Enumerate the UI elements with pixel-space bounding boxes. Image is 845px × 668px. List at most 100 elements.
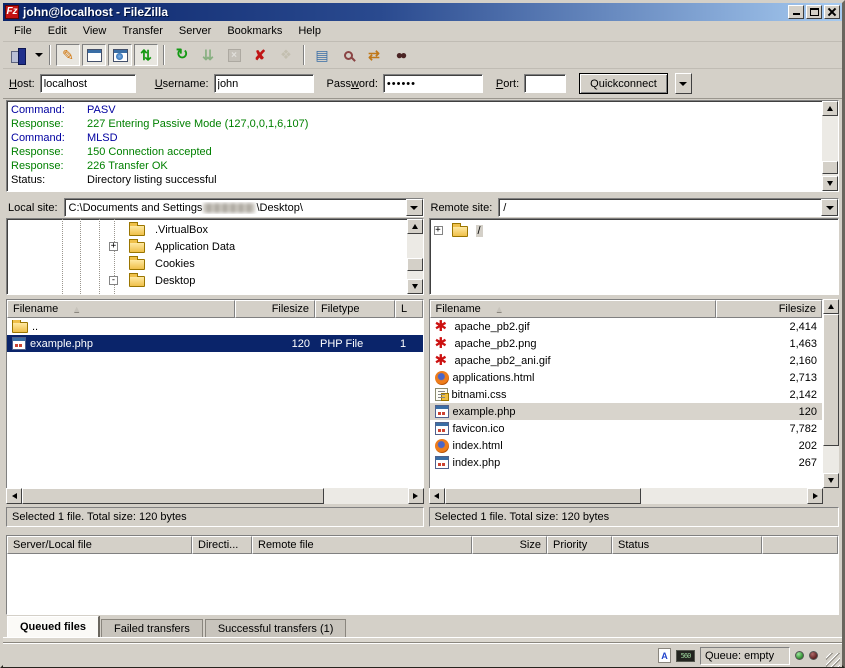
tree-item-desktop[interactable]: - Desktop bbox=[7, 272, 423, 289]
toggle-transfer-queue-button[interactable]: ⇅ bbox=[134, 44, 158, 66]
file-row[interactable]: index.php267 bbox=[430, 454, 823, 471]
cancel-operation-button[interactable]: × bbox=[222, 44, 246, 66]
column-header-status[interactable]: Status bbox=[612, 536, 762, 554]
speed-limits-icon[interactable]: 560 bbox=[676, 650, 695, 662]
scroll-left-button[interactable] bbox=[6, 488, 22, 504]
menu-transfer[interactable]: Transfer bbox=[114, 22, 171, 40]
menu-edit[interactable]: Edit bbox=[40, 22, 75, 40]
close-button[interactable] bbox=[824, 5, 840, 19]
column-header-filesize[interactable]: Filesize bbox=[716, 300, 823, 318]
file-row-example-php[interactable]: example.php 120 PHP File 1 bbox=[7, 335, 423, 352]
scroll-thumb[interactable] bbox=[822, 161, 838, 174]
menu-view[interactable]: View bbox=[75, 22, 115, 40]
column-header-filesize[interactable]: Filesize bbox=[235, 300, 315, 318]
scroll-thumb[interactable] bbox=[445, 488, 641, 504]
menu-file[interactable]: File bbox=[6, 22, 40, 40]
scroll-up-button[interactable] bbox=[822, 101, 838, 116]
remote-site-combobox[interactable]: / bbox=[498, 198, 839, 217]
directory-listing-filters-button[interactable]: ▤ bbox=[310, 44, 334, 66]
tree-item-cookies[interactable]: Cookies bbox=[7, 255, 423, 272]
refresh-button[interactable]: ↻ bbox=[170, 44, 194, 66]
scroll-down-button[interactable] bbox=[822, 176, 838, 191]
toggle-message-log-button[interactable]: ✎ bbox=[56, 44, 80, 66]
local-tree-vertical-scrollbar[interactable] bbox=[407, 219, 423, 294]
scroll-up-button[interactable] bbox=[823, 299, 839, 314]
file-row[interactable]: apache_pb2.gif2,414 bbox=[430, 318, 823, 335]
site-manager-button[interactable] bbox=[7, 44, 31, 66]
horizontal-splitter[interactable] bbox=[3, 527, 842, 535]
column-header-priority[interactable]: Priority bbox=[547, 536, 612, 554]
tree-item-root[interactable]: + / bbox=[430, 222, 839, 239]
column-header-direction[interactable]: Directi... bbox=[192, 536, 252, 554]
tab-failed-transfers[interactable]: Failed transfers bbox=[101, 619, 203, 637]
close-icon bbox=[827, 7, 837, 17]
scroll-track[interactable] bbox=[823, 314, 839, 473]
local-site-combobox[interactable]: C:\Documents and Settings\Desktop\ bbox=[64, 198, 424, 217]
file-row[interactable]: bitnami.css2,142 bbox=[430, 386, 823, 403]
tree-expander-icon[interactable]: - bbox=[109, 276, 118, 285]
remote-vertical-scrollbar[interactable] bbox=[823, 299, 839, 488]
site-manager-dropdown[interactable] bbox=[32, 44, 45, 66]
username-label: Username: bbox=[155, 78, 209, 90]
file-row[interactable]: index.html202 bbox=[430, 437, 823, 454]
resize-grip[interactable] bbox=[826, 653, 840, 667]
directory-comparison-button[interactable] bbox=[336, 44, 360, 66]
file-row[interactable]: applications.html2,713 bbox=[430, 369, 823, 386]
file-row[interactable]: apache_pb2_ani.gif2,160 bbox=[430, 352, 823, 369]
remote-site-dropdown[interactable] bbox=[821, 199, 838, 216]
menu-server[interactable]: Server bbox=[171, 22, 219, 40]
local-horizontal-scrollbar[interactable] bbox=[6, 488, 424, 504]
scroll-down-button[interactable] bbox=[407, 279, 423, 294]
scroll-right-button[interactable] bbox=[807, 488, 823, 504]
file-row[interactable]: favicon.ico7,782 bbox=[430, 420, 823, 437]
tree-expander-icon[interactable]: + bbox=[109, 242, 118, 251]
column-header-size[interactable]: Size bbox=[472, 536, 547, 554]
find-files-button[interactable]: ●● bbox=[388, 44, 412, 66]
scroll-left-button[interactable] bbox=[429, 488, 445, 504]
minimize-button[interactable] bbox=[788, 5, 804, 19]
scroll-track[interactable] bbox=[407, 234, 423, 279]
column-header-filename[interactable]: Filename▲ bbox=[430, 300, 716, 318]
scroll-down-button[interactable] bbox=[823, 473, 839, 488]
column-header-remote-file[interactable]: Remote file bbox=[252, 536, 472, 554]
process-queue-button[interactable]: ⇊ bbox=[196, 44, 220, 66]
synchronized-browsing-button[interactable]: ⇄ bbox=[362, 44, 386, 66]
password-input[interactable] bbox=[383, 74, 483, 93]
data-type-indicator-icon[interactable]: A bbox=[658, 648, 671, 663]
port-input[interactable] bbox=[524, 74, 566, 93]
scroll-track[interactable] bbox=[22, 488, 408, 504]
scroll-thumb[interactable] bbox=[823, 314, 839, 446]
remote-horizontal-scrollbar[interactable] bbox=[429, 488, 824, 504]
disconnect-button[interactable]: ✘ bbox=[248, 44, 272, 66]
scroll-thumb[interactable] bbox=[407, 258, 423, 271]
host-input[interactable] bbox=[40, 74, 136, 93]
local-site-dropdown[interactable] bbox=[406, 199, 423, 216]
tree-item-virtualbox[interactable]: .VirtualBox bbox=[7, 221, 423, 238]
toggle-local-tree-button[interactable] bbox=[82, 44, 106, 66]
column-header-lastmodified[interactable]: L bbox=[395, 300, 423, 318]
tab-queued-files[interactable]: Queued files bbox=[7, 616, 99, 637]
menu-bookmarks[interactable]: Bookmarks bbox=[219, 22, 290, 40]
scroll-up-button[interactable] bbox=[407, 219, 423, 234]
quickconnect-dropdown[interactable] bbox=[675, 73, 692, 94]
column-header-server-local-file[interactable]: Server/Local file bbox=[7, 536, 192, 554]
tree-item-application-data[interactable]: + Application Data bbox=[7, 238, 423, 255]
tab-successful-transfers[interactable]: Successful transfers (1) bbox=[205, 619, 347, 637]
scroll-track[interactable] bbox=[822, 116, 838, 176]
scroll-thumb[interactable] bbox=[22, 488, 324, 504]
log-vertical-scrollbar[interactable] bbox=[822, 101, 838, 191]
column-header-filename[interactable]: Filename▲ bbox=[7, 300, 235, 318]
menu-help[interactable]: Help bbox=[290, 22, 329, 40]
file-row-example-php[interactable]: example.php120 bbox=[430, 403, 823, 420]
scroll-right-button[interactable] bbox=[408, 488, 424, 504]
maximize-button[interactable] bbox=[806, 5, 822, 19]
username-input[interactable] bbox=[214, 74, 314, 93]
tree-expander-icon[interactable]: + bbox=[434, 226, 443, 235]
scroll-track[interactable] bbox=[445, 488, 808, 504]
column-header-filetype[interactable]: Filetype bbox=[315, 300, 395, 318]
file-row[interactable]: apache_pb2.png1,463 bbox=[430, 335, 823, 352]
toggle-remote-tree-button[interactable] bbox=[108, 44, 132, 66]
quickconnect-button[interactable]: Quickconnect bbox=[579, 73, 668, 94]
file-row-parent-dir[interactable]: .. bbox=[7, 318, 423, 335]
reconnect-button[interactable]: ❖ bbox=[274, 44, 298, 66]
